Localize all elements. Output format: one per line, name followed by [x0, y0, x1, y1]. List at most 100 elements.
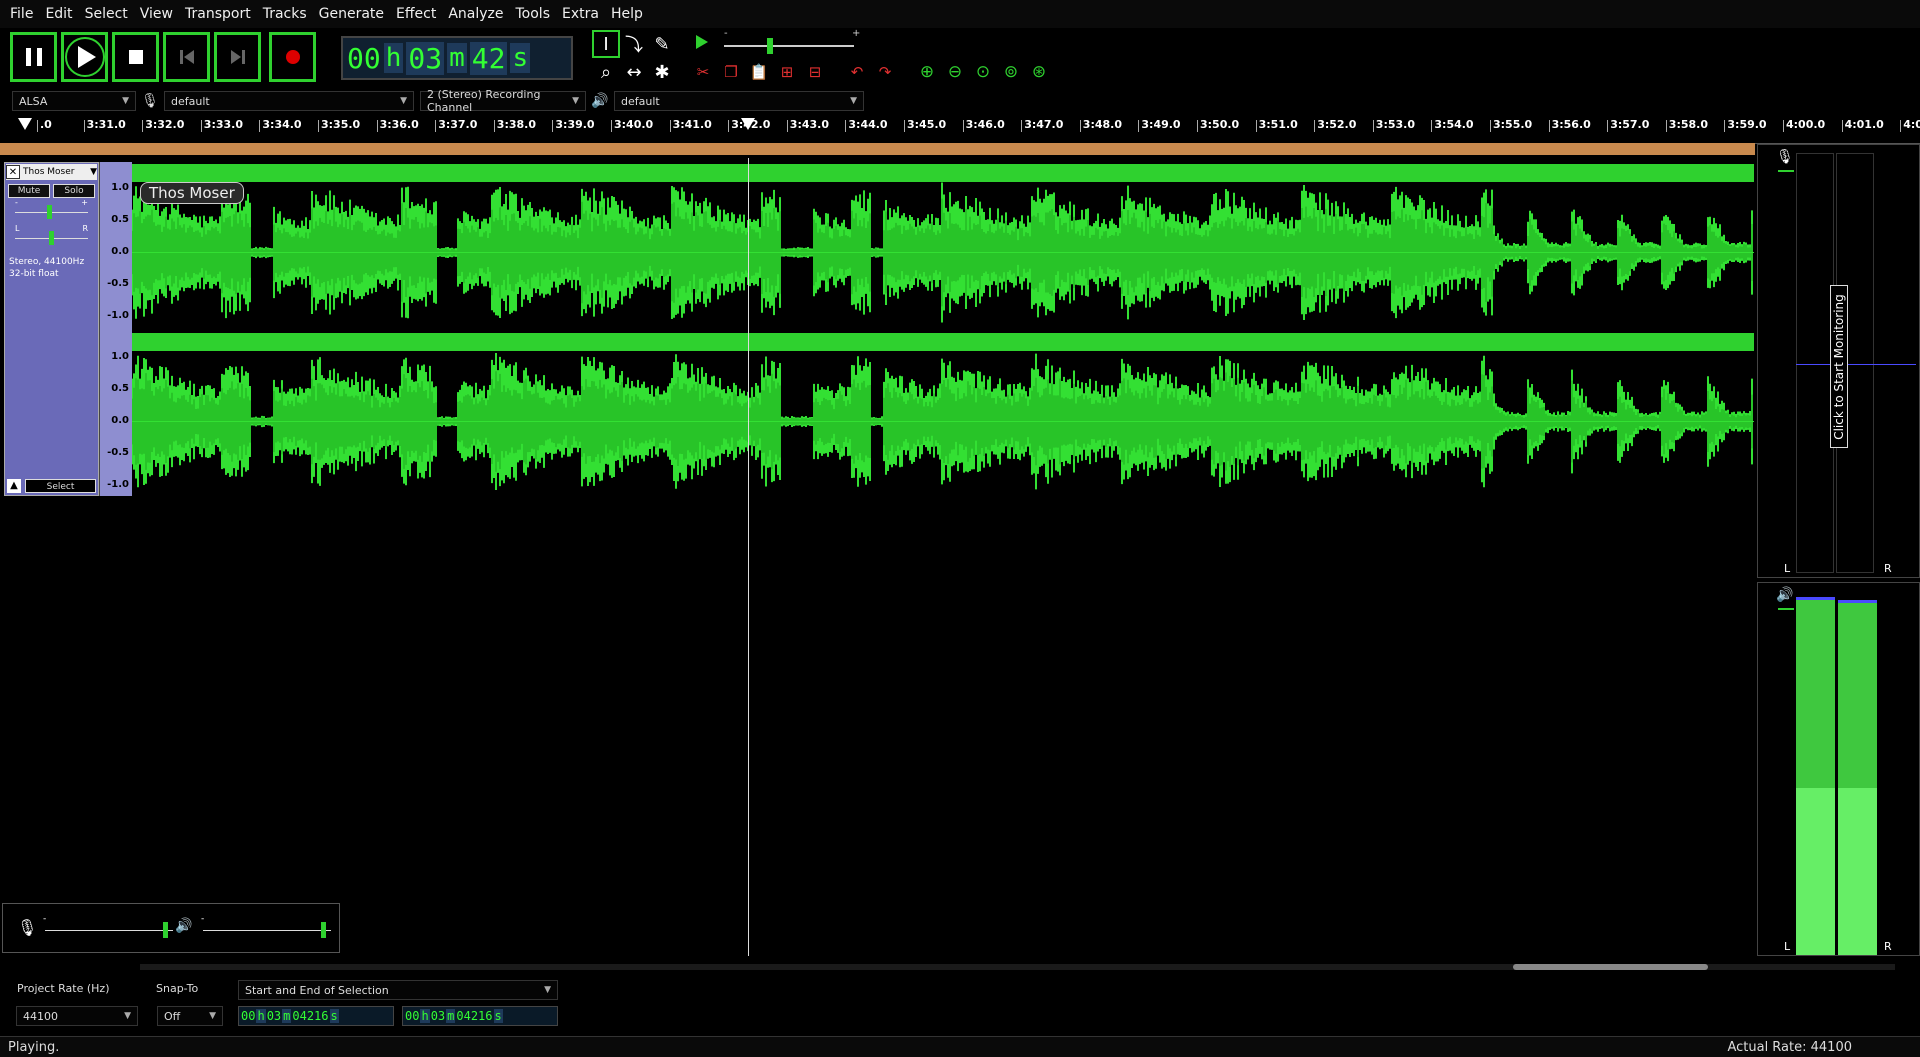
draw-tool-icon[interactable]: ✎ [648, 30, 676, 58]
pan-slider[interactable]: L R [15, 224, 88, 250]
pan-slider-thumb[interactable] [49, 231, 54, 245]
start-monitoring-button[interactable]: Click to Start Monitoring [1830, 285, 1848, 448]
playback-device-select[interactable]: default ▼ [614, 91, 864, 111]
selection-toolbar: Project Rate (Hz) 44100 ▼ Snap-To Off ▼ St… [0, 976, 1920, 1032]
ruler-tick-label: 3:52.0 [1314, 118, 1357, 132]
ruler-tick-label: 3:48.0 [1079, 118, 1122, 132]
actual-rate-text: Actual Rate: 44100 [1727, 1040, 1852, 1055]
tools-toolbar: I ⤵ ✎ ⌕ ↔ ✱ [592, 30, 678, 86]
play-speed-slider[interactable] [724, 45, 854, 47]
mute-button[interactable]: Mute [8, 184, 50, 198]
snap-to-select[interactable]: Off ▼ [157, 1006, 223, 1026]
ruler-tick-label: 4:02.0 [1900, 118, 1920, 132]
horizontal-scrollbar-thumb[interactable] [1513, 964, 1708, 970]
recording-device-select[interactable]: default ▼ [164, 91, 414, 111]
gain-slider[interactable]: - + [15, 198, 88, 224]
select-track-button[interactable]: Select [25, 479, 96, 493]
recording-volume-slider[interactable] [45, 930, 173, 931]
zoom-out-icon[interactable]: ⊖ [944, 61, 966, 83]
audacity-window: File Edit Select View Transport Tracks G… [0, 0, 1920, 1057]
multi-tool-icon[interactable]: ✱ [648, 58, 676, 86]
menu-extra[interactable]: Extra [556, 0, 605, 28]
time-hours: 00 [347, 41, 381, 75]
cut-icon[interactable]: ✂ [692, 61, 714, 83]
copy-icon[interactable]: ❐ [720, 61, 742, 83]
zoom-tool-icon[interactable]: ⌕ [592, 58, 620, 86]
clip-handle-bar-right[interactable] [132, 333, 1754, 351]
close-track-icon[interactable]: ✕ [6, 165, 20, 179]
envelope-tool-icon[interactable]: ⤵ [620, 30, 648, 58]
silence-icon[interactable]: ⊟ [804, 61, 826, 83]
chevron-down-icon: ▼ [400, 96, 407, 106]
ruler-tick-label: .0 [37, 118, 52, 132]
menu-view[interactable]: View [134, 0, 179, 28]
playhead-marker [741, 118, 755, 130]
selection-tool-icon[interactable]: I [592, 30, 620, 58]
menu-bar: File Edit Select View Transport Tracks G… [0, 0, 1920, 28]
record-button[interactable] [269, 32, 316, 82]
ruler-tick-label: 3:38.0 [493, 118, 536, 132]
gain-slider-thumb[interactable] [47, 205, 52, 219]
audio-host-select[interactable]: ALSA ▼ [12, 91, 136, 111]
menu-help[interactable]: Help [605, 0, 649, 28]
track-name-menu[interactable]: Thos Moser ▼ [20, 167, 97, 177]
menu-effect[interactable]: Effect [390, 0, 442, 28]
play-speed-slider-thumb[interactable] [767, 38, 773, 54]
menu-tools[interactable]: Tools [510, 0, 557, 28]
fit-project-icon[interactable]: ⊚ [1000, 61, 1022, 83]
redo-icon[interactable]: ↷ [874, 61, 896, 83]
selection-start-time[interactable]: 00 h 03 m 04216 s [238, 1006, 394, 1026]
zoom-toggle-icon[interactable]: ⊛ [1028, 61, 1050, 83]
selection-mode-select[interactable]: Start and End of Selection ▼ [238, 980, 558, 1000]
menu-file[interactable]: File [4, 0, 39, 28]
pause-button[interactable] [10, 32, 57, 82]
ruler-tick-label: 3:59.0 [1724, 118, 1767, 132]
status-bar: Playing. Actual Rate: 44100 [0, 1036, 1920, 1057]
timeline-ruler[interactable]: .0 3:31.0 3:32.0 3:33.0 3:34.0 3:35.0 3:36.0 3:… [0, 116, 1920, 144]
menu-select[interactable]: Select [79, 0, 134, 28]
play-button[interactable] [61, 32, 108, 82]
selection-end-time[interactable]: 00 h 03 m 04216 s [402, 1006, 558, 1026]
timeline-quick-play-bar[interactable] [0, 143, 1755, 155]
trim-icon[interactable]: ⊞ [776, 61, 798, 83]
playback-volume-thumb[interactable] [321, 922, 326, 938]
waveform-right-channel [132, 352, 1754, 491]
recording-volume-thumb[interactable] [163, 922, 168, 938]
menu-analyze[interactable]: Analyze [442, 0, 509, 28]
recording-channels-select[interactable]: 2 (Stereo) Recording Channel ▼ [420, 88, 586, 114]
stop-button[interactable] [112, 32, 159, 82]
paste-icon[interactable]: 📋 [748, 61, 770, 83]
time-display[interactable]: 00 h 03 m 42 s [341, 36, 573, 80]
skip-to-end-button[interactable] [214, 32, 261, 82]
fit-selection-icon[interactable]: ⊙ [972, 61, 994, 83]
clip-name-label[interactable]: Thos Moser [140, 182, 244, 204]
menu-tracks[interactable]: Tracks [257, 0, 313, 28]
playback-meter[interactable]: 🔊 L R [1757, 582, 1920, 956]
collapse-track-icon[interactable]: ▲ [7, 479, 21, 493]
time-shift-tool-icon[interactable]: ↔ [620, 58, 648, 86]
chevron-down-icon: ▼ [209, 1011, 216, 1021]
zoom-in-icon[interactable]: ⊕ [916, 61, 938, 83]
horizontal-scrollbar[interactable] [140, 964, 1895, 970]
menu-transport[interactable]: Transport [179, 0, 257, 28]
ruler-tick-label: 3:47.0 [1021, 118, 1064, 132]
undo-icon[interactable]: ↶ [846, 61, 868, 83]
clip-handle-bar-left[interactable] [132, 164, 1754, 182]
ruler-tick-label: 3:40.0 [610, 118, 654, 132]
scale-label: -0.5 [107, 278, 129, 289]
menu-edit[interactable]: Edit [39, 0, 78, 28]
skip-to-start-button[interactable] [163, 32, 210, 82]
ruler-tick-label: 3:32.0 [142, 118, 185, 132]
skip-to-start-icon [179, 50, 194, 64]
stop-icon [128, 50, 143, 64]
play-at-speed-icon[interactable] [696, 35, 708, 49]
playback-volume-slider[interactable] [203, 930, 331, 931]
device-toolbar: ALSA ▼ 🎙 default ▼ 2 (Stereo) Recording Ch… [12, 88, 864, 114]
solo-button[interactable]: Solo [53, 184, 95, 198]
menu-generate[interactable]: Generate [313, 0, 390, 28]
vertical-ruler[interactable]: 1.0 0.5 0.0 -0.5 -1.0 1.0 0.5 0.0 -0.5 -1.0 [99, 162, 132, 496]
waveform-left-channel [132, 182, 1754, 323]
project-rate-select[interactable]: 44100 ▼ [16, 1006, 138, 1026]
project-rate-label: Project Rate (Hz) [17, 982, 110, 995]
waveform-area[interactable]: Thos Moser [132, 162, 1754, 496]
